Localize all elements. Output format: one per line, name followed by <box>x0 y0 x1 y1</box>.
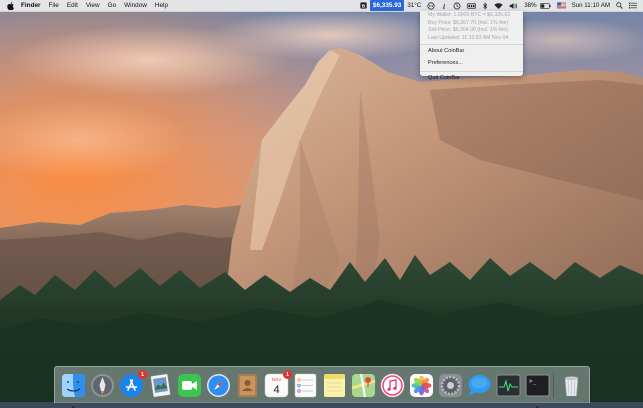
volume-icon[interactable] <box>506 0 521 11</box>
app-store-icon[interactable]: 1 <box>119 370 147 398</box>
trash-icon[interactable] <box>559 373 584 398</box>
recorder-icon[interactable] <box>424 0 438 11</box>
menu-bar: Finder File Edit View Go Window Help B $… <box>0 0 643 12</box>
system-preferences-icon[interactable] <box>438 373 463 398</box>
app-store-badge: 1 <box>138 370 147 379</box>
quit-coinbar-item[interactable]: Quit CoinBar <box>420 73 523 85</box>
flag-icon[interactable] <box>554 0 569 11</box>
calendar-day: 4 <box>273 384 279 396</box>
menu-view[interactable]: View <box>82 0 104 11</box>
terminal-prompt: >_ <box>529 378 537 385</box>
last-updated-info: Last Updated: 11:10:53 AM Nov 04 <box>428 34 509 41</box>
buy-price-info: Buy Price: $6,367.70 (Incl. 1% fee) <box>428 19 509 26</box>
photos-icon[interactable] <box>409 373 434 398</box>
menu-file[interactable]: File <box>45 0 63 11</box>
calendar-icon[interactable]: NOV 4 1 <box>264 370 292 398</box>
calendar-badge: 1 <box>283 370 292 379</box>
wifi-icon[interactable] <box>491 0 506 11</box>
notes-icon[interactable] <box>322 373 347 398</box>
menu-edit[interactable]: Edit <box>63 0 82 11</box>
dock: 1 NOV 4 1 >_ <box>54 366 590 408</box>
facetime-icon[interactable] <box>177 373 202 398</box>
menu-window[interactable]: Window <box>120 0 151 11</box>
dock-separator <box>553 373 554 398</box>
menu-go[interactable]: Go <box>104 0 121 11</box>
battery-percentage[interactable]: 38% <box>521 0 539 11</box>
menu-help[interactable]: Help <box>151 0 172 11</box>
menu-separator <box>420 70 523 72</box>
wallet-info: My Wallet: 1.0000 BTC = $6,335.62 <box>428 12 511 18</box>
coinbar-dropdown-menu: My Wallet: 1.0000 BTC = $6,335.62 Buy Pr… <box>420 11 523 81</box>
apple-menu-icon[interactable] <box>6 0 14 11</box>
coinbar-price[interactable]: $6,335.93 <box>369 0 405 11</box>
desktop-wallpaper <box>0 0 643 402</box>
menu-separator <box>420 43 523 45</box>
svg-text:i: i <box>443 2 445 9</box>
preview-icon[interactable] <box>148 373 173 398</box>
temperature-status[interactable]: 31°C <box>404 0 424 11</box>
vpn-icon[interactable] <box>464 0 479 11</box>
coinbar-logo-icon[interactable]: B <box>357 0 370 11</box>
safari-icon[interactable] <box>206 373 231 398</box>
terminal-icon[interactable]: >_ <box>525 373 550 408</box>
sell-price-info: Sell Price: $6,304.00 (Incl. 1% fee) <box>428 27 508 34</box>
preferences-item[interactable]: Preferences... <box>420 58 523 70</box>
contacts-icon[interactable] <box>235 373 260 398</box>
clock[interactable]: Sun 11:10 AM <box>569 0 613 11</box>
about-coinbar-item[interactable]: About CoinBar <box>420 46 523 58</box>
bluetooth-icon[interactable] <box>479 0 491 11</box>
svg-text:B: B <box>362 3 366 9</box>
spotlight-search-icon[interactable] <box>613 0 626 11</box>
activity-monitor-icon[interactable] <box>496 373 521 398</box>
battery-icon[interactable] <box>539 0 554 11</box>
messages-icon[interactable] <box>467 373 492 398</box>
launchpad-icon[interactable] <box>90 373 115 398</box>
reminders-icon[interactable] <box>293 373 318 398</box>
time-machine-icon[interactable] <box>450 0 464 11</box>
finder-icon[interactable] <box>61 373 86 408</box>
notification-center-icon[interactable] <box>626 0 643 11</box>
menu-app-finder[interactable]: Finder <box>21 0 45 11</box>
itunes-icon[interactable] <box>380 373 405 398</box>
info-icon[interactable]: i <box>438 0 450 11</box>
maps-icon[interactable] <box>351 373 376 398</box>
calendar-month: NOV <box>272 377 282 382</box>
status-area: B $6,335.93 31°C i 38% Sun 11:10 AM <box>357 0 643 11</box>
